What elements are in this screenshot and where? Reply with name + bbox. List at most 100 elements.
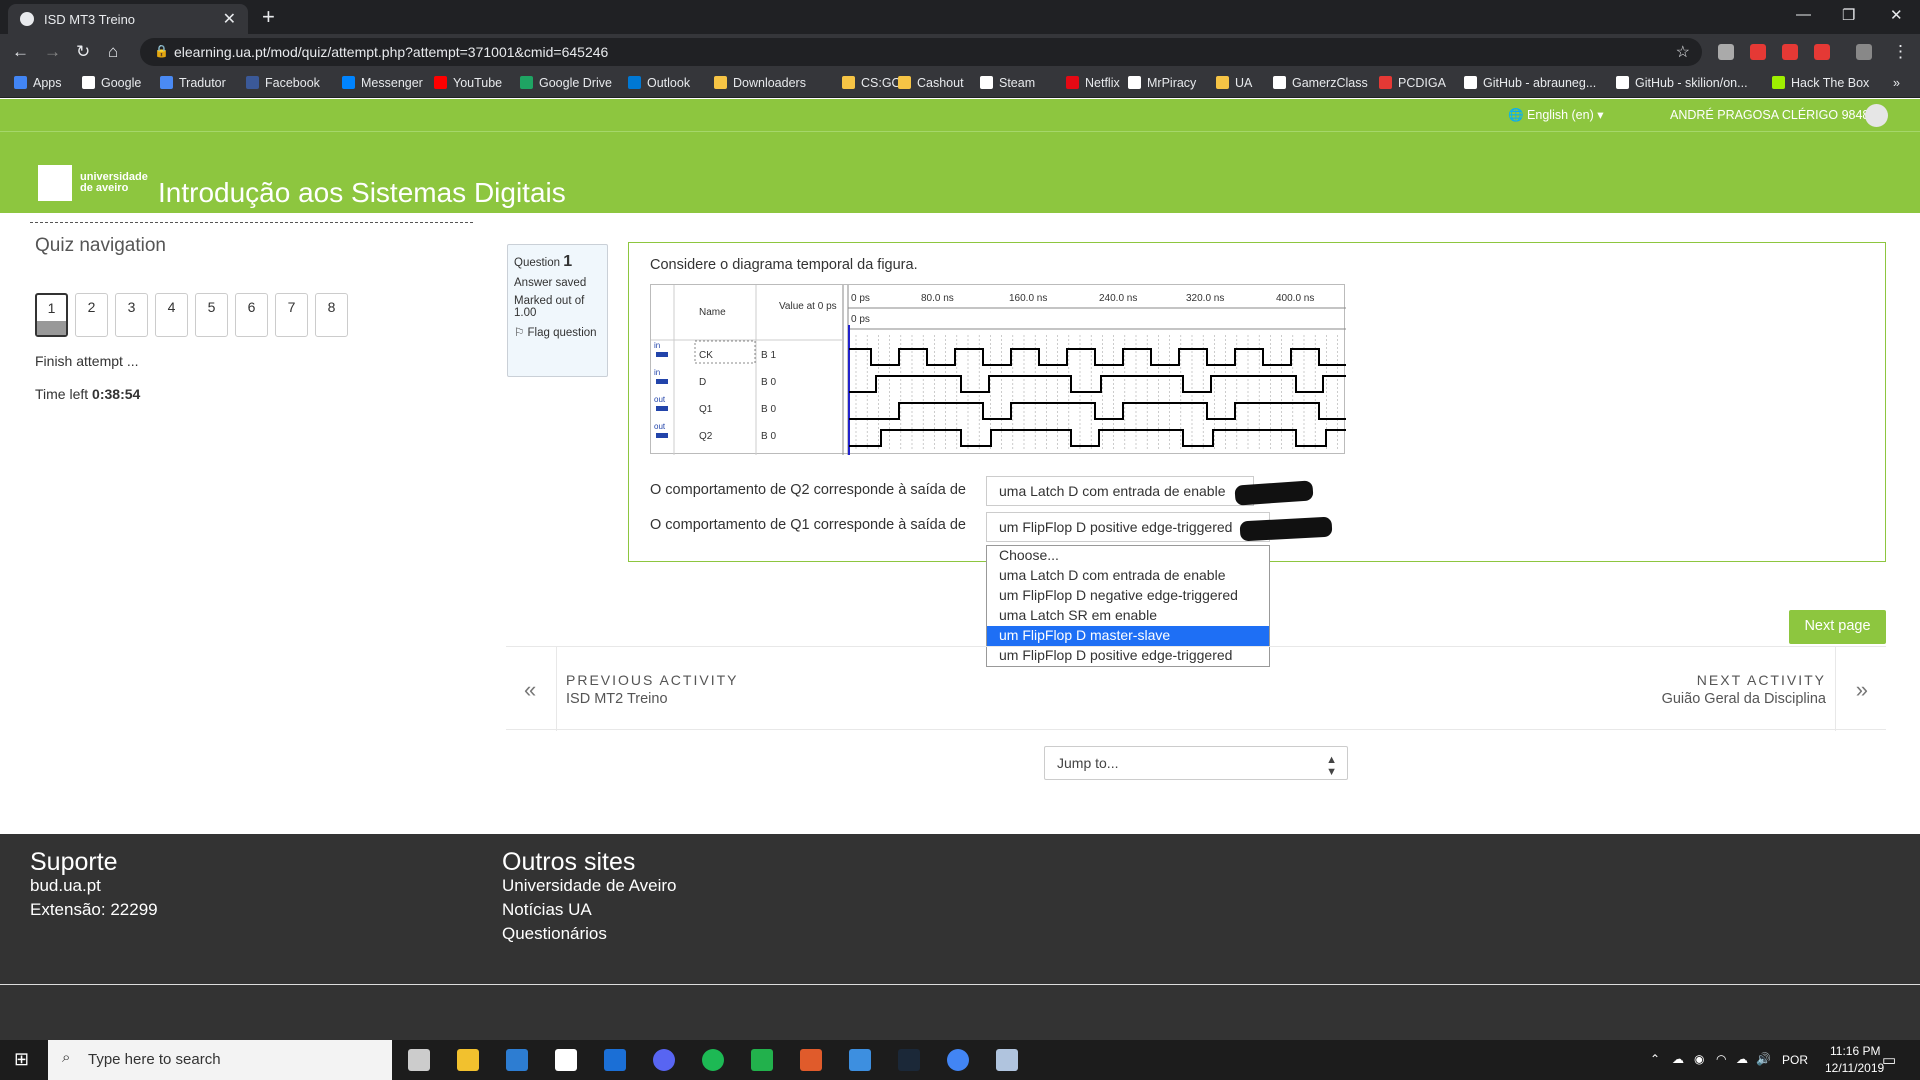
extension-icon[interactable] — [1782, 44, 1798, 60]
clock-time[interactable]: 11:16 PM — [1830, 1044, 1880, 1058]
taskbar-search[interactable]: ⌕ Type here to search — [48, 1040, 392, 1080]
forward-icon[interactable]: → — [44, 42, 61, 62]
next-page-button[interactable]: Next page — [1789, 610, 1886, 644]
csgo-bookmark[interactable]: CS:GO — [842, 76, 901, 90]
other-site-link[interactable]: Universidade de Aveiro — [502, 876, 677, 896]
google-drive-bookmark[interactable]: Google Drive — [520, 76, 612, 90]
flag-question-link[interactable]: ⚐ Flag question — [514, 325, 601, 339]
tradutor-bookmark[interactable]: Tradutor — [160, 76, 226, 90]
brave-icon[interactable] — [800, 1049, 822, 1071]
settings-icon[interactable] — [408, 1049, 430, 1071]
close-window-icon[interactable]: ✕ — [1890, 6, 1903, 24]
diagram-header-name: Name — [699, 307, 726, 318]
steam-bookmark[interactable]: Steam — [980, 76, 1035, 90]
question-text: Considere o diagrama temporal da figura. — [650, 257, 918, 273]
signal-value: B 0 — [761, 404, 776, 415]
quiz-nav-question-3[interactable]: 3 — [115, 293, 148, 337]
more-bookmarks-icon[interactable]: » — [1893, 76, 1900, 90]
dropdown-option[interactable]: um FlipFlop D master-slave — [987, 626, 1269, 646]
other-site-link[interactable]: Questionários — [502, 924, 607, 944]
dropdown-option[interactable]: Choose... — [987, 546, 1269, 566]
mail-icon[interactable] — [555, 1049, 577, 1071]
university-logo-icon[interactable] — [38, 165, 72, 201]
messenger-bookmark[interactable]: Messenger — [342, 76, 423, 90]
quiz-nav-question-7[interactable]: 7 — [275, 293, 308, 337]
game-icon[interactable] — [751, 1049, 773, 1071]
language-menu[interactable]: 🌐 English (en) ▾ — [1508, 107, 1604, 123]
app-icon[interactable] — [996, 1049, 1018, 1071]
messenger-app-icon[interactable] — [604, 1049, 626, 1071]
q2-answer-select[interactable]: uma Latch D com entrada de enable — [986, 476, 1254, 506]
ua-bookmark[interactable]: UA — [1216, 76, 1252, 90]
discord-icon[interactable] — [653, 1049, 675, 1071]
windows-start-icon[interactable]: ⊞ — [14, 1049, 29, 1070]
dropdown-option[interactable]: uma Latch SR em enable — [987, 606, 1269, 626]
bookmark-star-icon[interactable]: ☆ — [1676, 42, 1690, 62]
steam-tray-icon[interactable]: ◉ — [1694, 1052, 1704, 1066]
store-icon[interactable] — [506, 1049, 528, 1071]
volume-icon[interactable]: 🔊 — [1756, 1052, 1771, 1066]
dropdown-option[interactable]: um FlipFlop D negative edge-triggered — [987, 586, 1269, 606]
tray-chevron-icon[interactable]: ⌃ — [1650, 1052, 1660, 1066]
apps-bookmark[interactable]: Apps — [14, 76, 62, 90]
jump-to-select[interactable]: Jump to... ▲ ▼ — [1044, 746, 1348, 780]
new-tab-icon[interactable]: + — [262, 4, 275, 30]
cloud-icon[interactable]: ☁ — [1736, 1052, 1748, 1066]
time-left-value: 0:38:54 — [92, 386, 141, 402]
netflix-bookmark[interactable]: Netflix — [1066, 76, 1120, 90]
gamerzclass-bookmark[interactable]: GamerzClass — [1273, 76, 1368, 90]
extension-icon[interactable] — [1750, 44, 1766, 60]
dropdown-option[interactable]: uma Latch D com entrada de enable — [987, 566, 1269, 586]
vpn-icon[interactable] — [849, 1049, 871, 1071]
language-indicator[interactable]: POR — [1782, 1053, 1808, 1067]
finish-attempt-link[interactable]: Finish attempt ... — [35, 353, 138, 369]
mrpiracy-bookmark[interactable]: MrPiracy — [1128, 76, 1196, 90]
home-icon[interactable]: ⌂ — [108, 42, 118, 62]
outlook-bookmark[interactable]: Outlook — [628, 76, 690, 90]
pcdiga-bookmark[interactable]: PCDIGA — [1379, 76, 1446, 90]
avatar[interactable] — [1865, 104, 1888, 127]
quiz-nav-question-4[interactable]: 4 — [155, 293, 188, 337]
cashout-bookmark[interactable]: Cashout — [898, 76, 964, 90]
previous-activity-link[interactable]: ISD MT2 Treino — [566, 691, 668, 707]
chevron-left-icon[interactable]: « — [524, 677, 536, 703]
user-name[interactable]: ANDRÉ PRAGOSA CLÉRIGO 98485 — [1670, 108, 1876, 122]
quiz-nav-question-6[interactable]: 6 — [235, 293, 268, 337]
notifications-icon[interactable]: ▭ — [1882, 1051, 1896, 1069]
extension-icon[interactable] — [1814, 44, 1830, 60]
browser-menu-icon[interactable]: ⋮ — [1892, 42, 1909, 62]
reload-icon[interactable]: ↻ — [76, 42, 90, 62]
support-link[interactable]: bud.ua.pt — [30, 876, 101, 896]
close-tab-icon[interactable]: ✕ — [223, 9, 236, 29]
course-title[interactable]: Introdução aos Sistemas Digitais — [158, 177, 566, 209]
quiz-nav-question-8[interactable]: 8 — [315, 293, 348, 337]
chevron-right-icon[interactable]: » — [1856, 677, 1868, 703]
q1-answer-select[interactable]: um FlipFlop D positive edge-triggered — [986, 512, 1270, 542]
quiz-nav-question-1[interactable]: 1 — [35, 293, 68, 337]
github-bookmark[interactable]: GitHub - skilion/on... — [1616, 76, 1748, 90]
hack-the-box-bookmark[interactable]: Hack The Box — [1772, 76, 1869, 90]
spotify-icon[interactable] — [702, 1049, 724, 1071]
chrome-icon[interactable] — [947, 1049, 969, 1071]
quiz-nav-question-2[interactable]: 2 — [75, 293, 108, 337]
steam-icon[interactable] — [898, 1049, 920, 1071]
downloaders-bookmark[interactable]: Downloaders — [714, 76, 806, 90]
clock-date[interactable]: 12/11/2019 — [1825, 1061, 1884, 1075]
profile-icon[interactable] — [1856, 44, 1872, 60]
onedrive-icon[interactable]: ☁ — [1672, 1052, 1684, 1066]
extension-icon[interactable] — [1718, 44, 1734, 60]
quiz-nav-question-5[interactable]: 5 — [195, 293, 228, 337]
address-bar[interactable]: 🔒 elearning.ua.pt/mod/quiz/attempt.php?a… — [140, 38, 1702, 66]
restore-window-icon[interactable]: ❐ — [1842, 6, 1855, 24]
minimize-window-icon[interactable]: — — [1796, 6, 1811, 23]
github-bookmark[interactable]: GitHub - abrauneg... — [1464, 76, 1596, 90]
file-explorer-icon[interactable] — [457, 1049, 479, 1071]
network-icon[interactable]: ◠ — [1716, 1052, 1726, 1066]
back-icon[interactable]: ← — [12, 42, 29, 62]
next-activity-link[interactable]: Guião Geral da Disciplina — [1662, 691, 1826, 707]
browser-tab[interactable]: ISD MT3 Treino ✕ — [8, 4, 248, 34]
facebook-bookmark[interactable]: Facebook — [246, 76, 320, 90]
google-bookmark[interactable]: Google — [82, 76, 141, 90]
youtube-bookmark[interactable]: YouTube — [434, 76, 502, 90]
other-site-link[interactable]: Notícias UA — [502, 900, 592, 920]
